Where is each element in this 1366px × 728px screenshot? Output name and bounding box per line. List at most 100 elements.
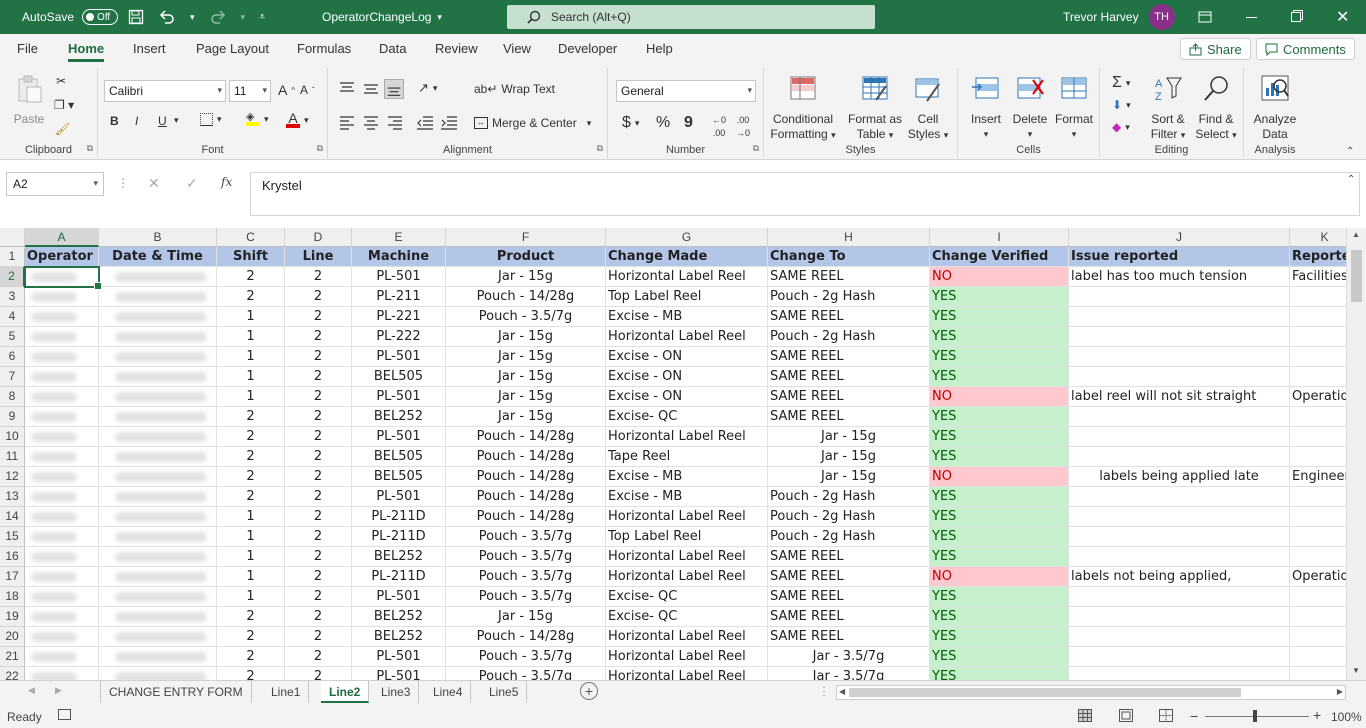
table-cell[interactable]: Operations bbox=[1290, 567, 1346, 587]
paste-button[interactable]: Paste bbox=[10, 74, 48, 127]
font-size-select[interactable]: 11 ▾ bbox=[229, 80, 271, 102]
table-cell[interactable] bbox=[99, 627, 217, 647]
table-cell[interactable]: 2 bbox=[285, 267, 352, 287]
table-cell[interactable]: 2 bbox=[285, 527, 352, 547]
table-cell[interactable]: Pouch - 3.5/7g bbox=[446, 567, 606, 587]
table-cell[interactable]: labels not being applied, bbox=[1069, 567, 1290, 587]
table-cell[interactable]: Pouch - 14/28g bbox=[446, 427, 606, 447]
align-left-icon[interactable] bbox=[339, 116, 355, 130]
table-cell[interactable]: YES bbox=[930, 547, 1069, 567]
table-cell[interactable]: 1 bbox=[217, 507, 285, 527]
table-cell[interactable] bbox=[25, 287, 99, 307]
format-cells-button[interactable]: Format ▾ bbox=[1052, 74, 1096, 142]
table-cell[interactable]: 2 bbox=[285, 667, 352, 680]
analyze-data-button[interactable]: Analyze Data bbox=[1250, 74, 1300, 142]
table-cell[interactable]: Jar - 15g bbox=[446, 267, 606, 287]
table-cell[interactable] bbox=[99, 647, 217, 667]
cell-styles-button[interactable]: Cell Styles ▾ bbox=[904, 74, 952, 143]
table-cell[interactable]: SAME REEL bbox=[768, 267, 930, 287]
table-cell[interactable]: YES bbox=[930, 627, 1069, 647]
table-cell[interactable]: BEL505 bbox=[352, 367, 446, 387]
table-cell[interactable]: Pouch - 2g Hash bbox=[768, 527, 930, 547]
table-cell[interactable] bbox=[1069, 307, 1290, 327]
table-cell[interactable]: Excise - ON bbox=[606, 387, 768, 407]
cut-icon[interactable]: ✂ bbox=[56, 74, 66, 88]
dialog-launcher-icon[interactable]: ⧉ bbox=[317, 143, 323, 154]
table-cell[interactable] bbox=[25, 607, 99, 627]
table-cell[interactable]: SAME REEL bbox=[768, 607, 930, 627]
menu-review[interactable]: Review bbox=[435, 41, 478, 56]
decrease-decimal-icon[interactable]: .00 →0 bbox=[736, 116, 750, 138]
table-cell[interactable]: BEL252 bbox=[352, 607, 446, 627]
ribbon-display-options-icon[interactable] bbox=[1198, 11, 1212, 23]
column-header-j[interactable]: J bbox=[1069, 228, 1290, 247]
table-cell[interactable] bbox=[1290, 607, 1346, 627]
table-cell[interactable]: Facilities bbox=[1290, 267, 1346, 287]
table-cell[interactable] bbox=[1290, 547, 1346, 567]
sheet-tab-line4[interactable]: Line4 bbox=[425, 681, 472, 703]
table-cell[interactable]: Horizontal Label Reel bbox=[606, 507, 768, 527]
table-cell[interactable]: YES bbox=[930, 447, 1069, 467]
table-cell[interactable] bbox=[25, 507, 99, 527]
table-cell[interactable]: 1 bbox=[217, 307, 285, 327]
table-cell[interactable]: Top Label Reel bbox=[606, 287, 768, 307]
table-cell[interactable] bbox=[25, 327, 99, 347]
row-header[interactable]: 8 bbox=[0, 387, 25, 407]
table-cell[interactable]: Jar - 15g bbox=[768, 427, 930, 447]
table-cell[interactable]: Pouch - 14/28g bbox=[446, 467, 606, 487]
table-cell[interactable] bbox=[99, 427, 217, 447]
table-cell[interactable] bbox=[1069, 487, 1290, 507]
table-cell[interactable]: PL-501 bbox=[352, 647, 446, 667]
table-cell[interactable] bbox=[1069, 427, 1290, 447]
table-cell[interactable]: 2 bbox=[217, 467, 285, 487]
table-cell[interactable]: 2 bbox=[285, 407, 352, 427]
menu-help[interactable]: Help bbox=[646, 41, 673, 56]
table-cell[interactable]: 1 bbox=[217, 367, 285, 387]
table-cell[interactable]: 2 bbox=[217, 407, 285, 427]
table-cell[interactable] bbox=[1290, 647, 1346, 667]
table-cell[interactable]: 2 bbox=[285, 567, 352, 587]
insert-cells-button[interactable]: Insert ▾ bbox=[964, 74, 1008, 142]
row-header[interactable]: 18 bbox=[0, 587, 25, 607]
table-cell[interactable] bbox=[99, 387, 217, 407]
table-cell[interactable]: Pouch - 3.5/7g bbox=[446, 307, 606, 327]
table-cell[interactable]: YES bbox=[930, 327, 1069, 347]
table-cell[interactable]: Horizontal Label Reel bbox=[606, 547, 768, 567]
undo-dropdown-icon[interactable]: ▾ bbox=[190, 12, 195, 23]
decrease-font-icon[interactable]: Aˇ bbox=[300, 83, 315, 97]
row-header[interactable]: 6 bbox=[0, 347, 25, 367]
table-cell[interactable]: 2 bbox=[285, 387, 352, 407]
table-cell[interactable]: labels being applied late bbox=[1069, 467, 1290, 487]
table-cell[interactable]: Pouch - 3.5/7g bbox=[446, 587, 606, 607]
table-cell[interactable]: Excise- QC bbox=[606, 407, 768, 427]
sheet-tab-line1[interactable]: Line1 bbox=[263, 681, 310, 703]
table-cell[interactable] bbox=[1290, 487, 1346, 507]
table-cell[interactable]: 2 bbox=[217, 287, 285, 307]
table-cell[interactable] bbox=[1069, 287, 1290, 307]
horizontal-scrollbar[interactable]: ◀ ▶ bbox=[836, 685, 1346, 700]
table-cell[interactable]: Pouch - 3.5/7g bbox=[446, 547, 606, 567]
collapse-ribbon-icon[interactable]: ⌃ bbox=[1346, 146, 1354, 157]
wrap-text-button[interactable]: ab↵ Wrap Text bbox=[474, 82, 555, 96]
autosave-toggle[interactable]: Off bbox=[82, 9, 119, 25]
table-cell[interactable]: YES bbox=[930, 647, 1069, 667]
undo-icon[interactable] bbox=[158, 9, 176, 25]
table-cell[interactable]: BEL252 bbox=[352, 407, 446, 427]
restore-icon[interactable] bbox=[1291, 12, 1301, 22]
table-cell[interactable] bbox=[99, 567, 217, 587]
table-cell[interactable] bbox=[1290, 287, 1346, 307]
header-cell[interactable]: Shift bbox=[217, 247, 285, 267]
row-header[interactable]: 10 bbox=[0, 427, 25, 447]
table-cell[interactable]: PL-222 bbox=[352, 327, 446, 347]
header-cell[interactable]: Machine bbox=[352, 247, 446, 267]
table-cell[interactable]: PL-211 bbox=[352, 287, 446, 307]
table-cell[interactable]: 2 bbox=[217, 447, 285, 467]
table-cell[interactable] bbox=[1069, 527, 1290, 547]
column-header-f[interactable]: F bbox=[446, 228, 606, 247]
table-cell[interactable] bbox=[25, 367, 99, 387]
row-header[interactable]: 19 bbox=[0, 607, 25, 627]
decrease-indent-icon[interactable] bbox=[416, 116, 434, 130]
table-cell[interactable] bbox=[25, 427, 99, 447]
column-header-i[interactable]: I bbox=[930, 228, 1069, 247]
table-cell[interactable]: label has too much tension bbox=[1069, 267, 1290, 287]
